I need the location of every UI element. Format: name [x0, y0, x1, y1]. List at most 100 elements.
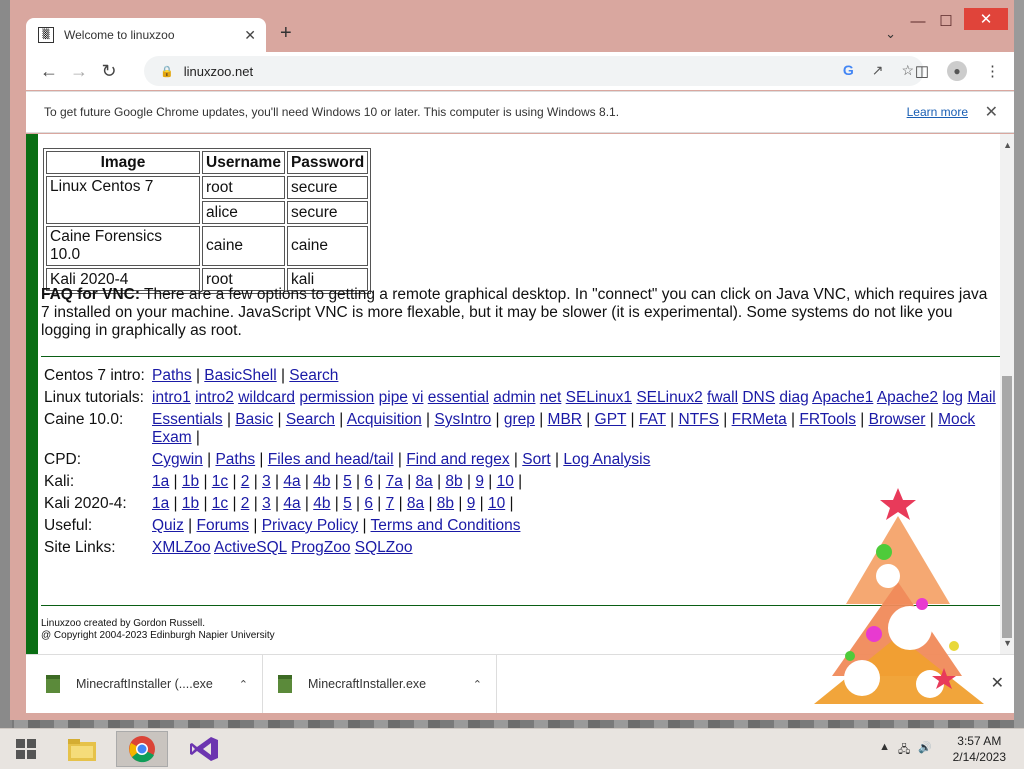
tutorial-link[interactable]: Privacy Policy — [262, 517, 358, 534]
tutorial-link[interactable]: Search — [289, 367, 338, 384]
vertical-scrollbar[interactable]: ▲ ▼ — [1000, 134, 1014, 654]
tutorial-link[interactable]: 9 — [467, 495, 476, 512]
tutorial-link[interactable]: essential — [428, 389, 489, 406]
tutorial-link[interactable]: 7 — [386, 495, 395, 512]
tutorial-link[interactable]: ActiveSQL — [214, 539, 287, 556]
tutorial-link[interactable]: 8a — [416, 473, 433, 490]
tab-search-chevron-icon[interactable]: ⌄ — [885, 26, 896, 42]
scroll-up-arrow-icon[interactable]: ▲ — [1003, 140, 1012, 150]
tutorial-link[interactable]: 7a — [386, 473, 403, 490]
close-tab-icon[interactable]: ✕ — [244, 27, 256, 44]
tutorial-link[interactable]: 4b — [313, 473, 330, 490]
chevron-up-icon[interactable]: ⌃ — [473, 678, 482, 691]
chevron-up-icon[interactable]: ⌃ — [239, 678, 248, 691]
network-icon[interactable]: 🖧 — [898, 741, 910, 760]
tutorial-link[interactable]: FRMeta — [732, 411, 787, 428]
tutorial-link[interactable]: intro2 — [195, 389, 234, 406]
tutorial-link[interactable]: BasicShell — [204, 367, 276, 384]
maximize-icon[interactable]: ☐ — [932, 8, 960, 34]
tutorial-link[interactable]: 9 — [475, 473, 484, 490]
tutorial-link[interactable]: 2 — [241, 495, 250, 512]
tutorial-link[interactable]: Paths — [152, 367, 192, 384]
tutorial-link[interactable]: 1b — [182, 473, 199, 490]
file-explorer-icon[interactable] — [56, 731, 108, 767]
tutorial-link[interactable]: 1b — [182, 495, 199, 512]
tutorial-link[interactable]: Log Analysis — [563, 451, 650, 468]
tutorial-link[interactable]: Find and regex — [406, 451, 509, 468]
tutorial-link[interactable]: NTFS — [679, 411, 719, 428]
tutorial-link[interactable]: 8b — [445, 473, 462, 490]
close-infobar-icon[interactable]: ✕ — [985, 102, 998, 122]
download-item[interactable]: MinecraftInstaller (....exe ⌃ — [46, 655, 263, 713]
tutorial-link[interactable]: 5 — [343, 495, 352, 512]
tutorial-link[interactable]: 10 — [488, 495, 505, 512]
chrome-icon[interactable] — [116, 731, 168, 767]
tutorial-link[interactable]: Sort — [522, 451, 550, 468]
tutorial-link[interactable]: 6 — [364, 473, 373, 490]
tutorial-link[interactable]: diag — [779, 389, 808, 406]
show-hidden-icons-icon[interactable]: ▲ — [879, 741, 890, 760]
tutorial-link[interactable]: fwall — [707, 389, 738, 406]
url-text[interactable]: linuxzoo.net — [184, 64, 253, 79]
tutorial-link[interactable]: SQLZoo — [355, 539, 413, 556]
tutorial-link[interactable]: Mail — [967, 389, 995, 406]
tutorial-link[interactable]: Essentials — [152, 411, 223, 428]
back-arrow-icon[interactable]: ← — [34, 61, 64, 82]
tutorial-link[interactable]: Paths — [215, 451, 255, 468]
tutorial-link[interactable]: Quiz — [152, 517, 184, 534]
side-panel-icon[interactable]: ◫ — [915, 62, 929, 80]
tutorial-link[interactable]: 4b — [313, 495, 330, 512]
tutorial-link[interactable]: FAT — [639, 411, 666, 428]
tutorial-link[interactable]: Browser — [869, 411, 926, 428]
lock-icon[interactable]: 🔒 — [160, 65, 174, 78]
tutorial-link[interactable]: 3 — [262, 495, 271, 512]
scroll-down-arrow-icon[interactable]: ▼ — [1003, 638, 1012, 648]
new-tab-button[interactable]: + — [280, 22, 292, 45]
tutorial-link[interactable]: 8a — [407, 495, 424, 512]
tutorial-link[interactable]: DNS — [742, 389, 775, 406]
tutorial-link[interactable]: pipe — [379, 389, 408, 406]
download-filename[interactable]: MinecraftInstaller (....exe — [76, 677, 239, 691]
google-translate-icon[interactable]: G — [843, 62, 854, 79]
tutorial-link[interactable]: 1a — [152, 495, 169, 512]
profile-avatar-icon[interactable]: ● — [947, 61, 967, 81]
bookmark-star-icon[interactable]: ☆ — [901, 62, 914, 79]
tutorial-link[interactable]: ProgZoo — [291, 539, 350, 556]
forward-arrow-icon[interactable]: → — [64, 61, 94, 82]
tutorial-link[interactable]: FRTools — [799, 411, 856, 428]
system-clock[interactable]: 3:57 AM 2/14/2023 — [953, 733, 1006, 765]
share-icon[interactable]: ↗ — [872, 62, 884, 79]
tutorial-link[interactable]: Terms and Conditions — [371, 517, 521, 534]
browser-tab[interactable]: ▒ Welcome to linuxzoo ✕ — [26, 18, 266, 52]
tutorial-link[interactable]: Acquisition — [347, 411, 422, 428]
tutorial-link[interactable]: Apache1 — [812, 389, 873, 406]
tutorial-link[interactable]: vi — [412, 389, 423, 406]
tutorial-link[interactable]: grep — [504, 411, 535, 428]
reload-icon[interactable]: ↻ — [94, 61, 124, 82]
tutorial-link[interactable]: intro1 — [152, 389, 191, 406]
tutorial-link[interactable]: 3 — [262, 473, 271, 490]
windows-start-icon[interactable] — [0, 731, 52, 767]
tutorial-link[interactable]: 10 — [497, 473, 514, 490]
close-window-icon[interactable]: ✕ — [964, 8, 1008, 30]
learn-more-link[interactable]: Learn more — [907, 105, 968, 119]
tutorial-link[interactable]: 1c — [212, 495, 228, 512]
tutorial-link[interactable]: Files and head/tail — [268, 451, 394, 468]
tutorial-link[interactable]: 1c — [212, 473, 228, 490]
tutorial-link[interactable]: permission — [299, 389, 374, 406]
menu-dots-icon[interactable]: ⋮ — [985, 62, 1000, 80]
close-download-bar-icon[interactable]: ✕ — [991, 673, 1004, 693]
tutorial-link[interactable]: 8b — [437, 495, 454, 512]
tutorial-link[interactable]: Apache2 — [877, 389, 938, 406]
tutorial-link[interactable]: SELinux1 — [566, 389, 632, 406]
tutorial-link[interactable]: GPT — [595, 411, 627, 428]
tutorial-link[interactable]: Basic — [235, 411, 273, 428]
scrollbar-thumb[interactable] — [1002, 376, 1012, 638]
tutorial-link[interactable]: SysIntro — [434, 411, 491, 428]
tutorial-link[interactable]: 2 — [241, 473, 250, 490]
tutorial-link[interactable]: wildcard — [238, 389, 295, 406]
download-item[interactable]: MinecraftInstaller.exe ⌃ — [278, 655, 497, 713]
tutorial-link[interactable]: 1a — [152, 473, 169, 490]
tutorial-link[interactable]: log — [942, 389, 963, 406]
tutorial-link[interactable]: MBR — [548, 411, 582, 428]
